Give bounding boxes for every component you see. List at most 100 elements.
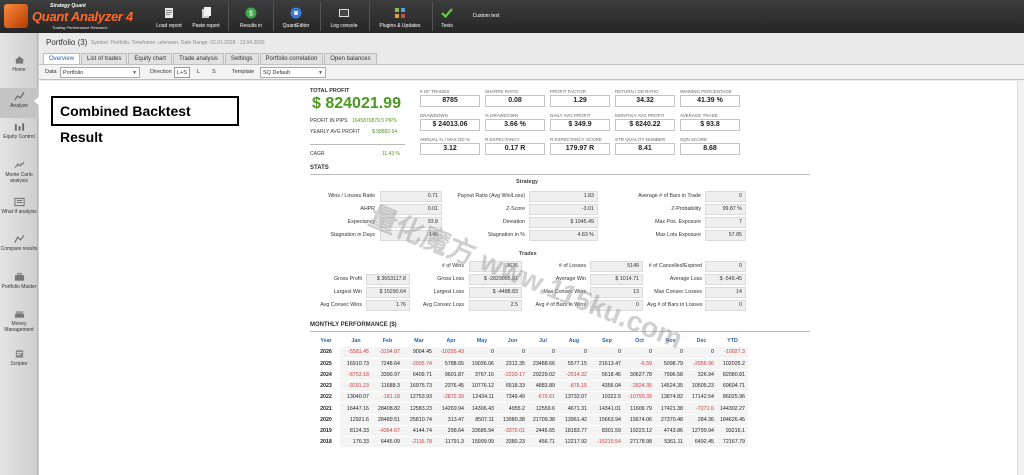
tab-settings[interactable]: Settings xyxy=(224,53,259,64)
stat-label: Avg # of Bars in Losses xyxy=(647,302,703,308)
compare-icon xyxy=(13,234,25,243)
paste-report-button[interactable]: Paste report xyxy=(188,0,224,33)
direction-s-button[interactable]: S xyxy=(210,67,218,78)
month-value-cell: 4883.89 xyxy=(528,380,558,393)
tab-overview[interactable]: Overview xyxy=(43,53,81,64)
column-header[interactable]: Sep xyxy=(590,335,624,347)
month-value-cell: 13732.07 xyxy=(558,391,590,404)
sidebar-item-monte-carlo[interactable]: Monte Carlo analysis xyxy=(0,160,38,192)
column-header[interactable]: Dec xyxy=(686,335,717,347)
stat-label: # of Cancelled/Expired xyxy=(648,263,702,269)
month-value-cell: 313.47 xyxy=(435,414,467,426)
month-value-cell: 12434.11 xyxy=(467,391,497,404)
sidebar-item-analyze[interactable]: Analyze xyxy=(0,88,38,118)
month-value-cell: 16447.16 xyxy=(340,402,372,415)
column-header[interactable]: Year xyxy=(312,335,340,347)
month-value-cell: 15674.06 xyxy=(624,414,655,426)
trades-heading: Trades xyxy=(519,251,537,257)
template-select[interactable]: SQ Default ▼ xyxy=(260,67,326,78)
left-sidebar: Home Analyze Equity Control Monte Carlo … xyxy=(0,33,38,475)
stat-value: $ 3653117.8 xyxy=(366,274,410,285)
column-header[interactable]: Jul xyxy=(528,335,558,347)
equity-icon xyxy=(14,123,24,131)
results-in-button[interactable]: $ Results in xyxy=(232,0,270,33)
column-header[interactable]: Oct xyxy=(624,335,655,347)
sidebar-item-what-if[interactable]: What If analysis xyxy=(0,197,38,229)
tab-trade-analysis[interactable]: Trade analysis xyxy=(173,53,224,64)
month-value-cell: 16910.73 xyxy=(340,358,372,370)
stat-label: Expectancy xyxy=(347,219,375,225)
plugins-updates-button[interactable]: Plugins & Updates xyxy=(371,0,429,33)
load-report-button[interactable]: Load report xyxy=(151,0,187,33)
year-cell: 2019 xyxy=(312,425,340,438)
stat-label: Max Consec Wins xyxy=(543,289,586,295)
month-value-cell: 102025.2 xyxy=(717,358,748,370)
month-value-cell: 176.33 xyxy=(340,436,372,449)
column-header[interactable]: Jun xyxy=(497,335,528,347)
metric-value: 8785 xyxy=(420,95,480,107)
month-value-cell: 8301.59 xyxy=(590,425,624,438)
metric-value: $ 349.9 xyxy=(550,119,610,131)
month-value-cell: -10790.39 xyxy=(624,391,655,404)
month-value-cell: -9291.23 xyxy=(340,380,372,393)
tab-equity-chart[interactable]: Equity chart xyxy=(128,53,173,64)
stat-value: 146 xyxy=(380,230,442,241)
sidebar-item-portfolio-master[interactable]: Portfolio Master xyxy=(0,272,38,304)
month-value-cell: 4144.74 xyxy=(403,425,435,438)
column-header[interactable]: Aug xyxy=(558,335,590,347)
tab-list-of-trades[interactable]: List of trades xyxy=(81,53,128,64)
column-header[interactable]: Jan xyxy=(340,335,372,347)
metric-profit-factor: PROFIT FACTOR 1.29 xyxy=(550,89,610,107)
sidebar-item-money-management[interactable]: Money Management xyxy=(0,309,38,343)
metric-value: $ 24013.06 xyxy=(420,119,480,131)
sidebar-item-scripter[interactable]: Scripter xyxy=(0,349,38,377)
table-row: 2023 -9291.23 11688.3 16975.73 2376.45 10776.… xyxy=(312,380,748,393)
table-row: 2018 176.33 6445.09 -2116.78 11791.3 15999.99… xyxy=(312,436,748,449)
month-value-cell: 3767.16 xyxy=(467,369,497,382)
stat-label: Largest Loss xyxy=(433,289,464,295)
column-header[interactable]: Apr xyxy=(435,335,467,347)
sidebar-item-equity-control[interactable]: Equity Control xyxy=(0,122,38,156)
month-value-cell: 15999.99 xyxy=(467,436,497,449)
log-console-button[interactable]: Log console xyxy=(323,0,365,33)
profit-pips-value: 1645870879.5 PIPS xyxy=(352,118,397,124)
stat-value: 7 xyxy=(705,217,746,228)
year-cell: 2022 xyxy=(312,391,340,404)
home-icon xyxy=(14,56,24,64)
total-profit-value: $ 824021.99 xyxy=(312,95,401,112)
yearly-avg-label: YEARLY AVG PROFIT xyxy=(310,129,361,135)
direction-ls-button[interactable]: L+S xyxy=(174,67,190,78)
stat-label: Payout Ratio (Avg Win/Loss) xyxy=(457,193,525,199)
stat-value: $ -2829095.81 xyxy=(469,274,522,285)
tab-open-balances[interactable]: Open balances xyxy=(324,53,377,64)
sidebar-item-home[interactable]: Home xyxy=(0,55,38,85)
month-value-cell: 6492.45 xyxy=(686,436,717,449)
metric-daily-avg: DAILY AVG PROFIT $ 349.9 xyxy=(550,113,610,131)
tab-portfolio-correlation[interactable]: Portfolio correlation xyxy=(259,53,324,64)
column-header[interactable]: Nov xyxy=(655,335,686,347)
column-header[interactable]: YTD xyxy=(717,335,748,347)
stat-value: $ -549.45 xyxy=(705,274,746,285)
sidebar-item-compare[interactable]: Compare results xyxy=(0,234,38,266)
data-select[interactable]: Portfolio ▼ xyxy=(60,67,140,78)
month-value-cell: 9601.87 xyxy=(435,369,467,382)
stat-label: Stagnation in Days xyxy=(330,232,375,238)
custom-test-button[interactable]: Custom test xyxy=(466,0,506,33)
yearly-avg-value: $ 98882.64 xyxy=(372,129,398,135)
month-value-cell: 30627.78 xyxy=(624,369,655,382)
month-value-cell: 326.94 xyxy=(686,369,717,382)
month-value-cell: 7248.64 xyxy=(372,358,403,370)
direction-l-button[interactable]: L xyxy=(195,67,202,78)
scripter-icon xyxy=(15,350,23,358)
quanteditor-button[interactable]: QuantEditor xyxy=(276,0,316,33)
divider xyxy=(310,174,810,175)
metric-sqn-score: SQN SCORE 8.68 xyxy=(680,137,740,155)
column-header[interactable]: May xyxy=(467,335,497,347)
vertical-scrollbar[interactable] xyxy=(1017,81,1024,475)
month-value-cell: 2312.35 xyxy=(497,358,528,370)
tests-button[interactable]: Tests xyxy=(435,0,459,33)
column-header[interactable]: Feb xyxy=(372,335,403,347)
column-header[interactable]: Mar xyxy=(403,335,435,347)
month-value-cell: 3380.23 xyxy=(497,436,528,449)
sidebar-item-label: Portfolio Master xyxy=(1,284,37,290)
